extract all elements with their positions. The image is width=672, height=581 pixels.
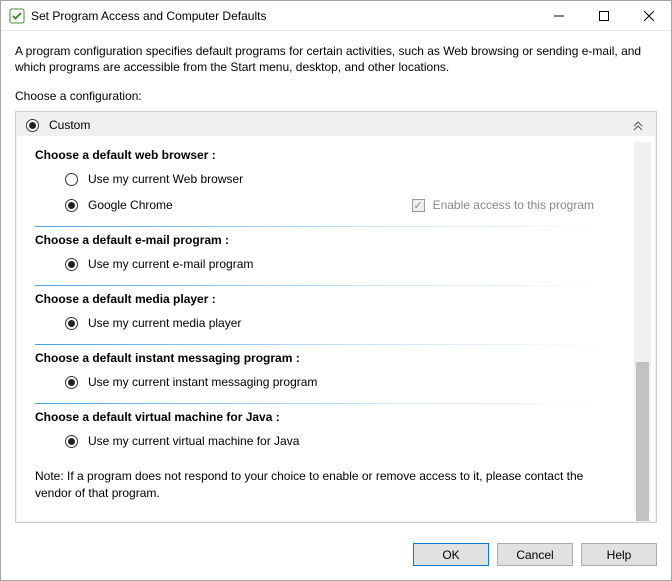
app-icon (9, 8, 25, 24)
radio-icon (65, 376, 78, 389)
option-label: Use my current e-mail program (88, 257, 253, 271)
option-label: Use my current instant messaging program (88, 375, 317, 389)
section-java-title: Choose a default virtual machine for Jav… (35, 410, 634, 424)
choose-config-label: Choose a configuration: (15, 89, 657, 103)
enable-access-label: Enable access to this program (433, 198, 594, 212)
divider (35, 285, 614, 286)
divider (35, 226, 614, 227)
note-text: Note: If a program does not respond to y… (35, 468, 614, 500)
window-buttons (536, 1, 671, 30)
titlebar: Set Program Access and Computer Defaults (1, 1, 671, 31)
section-email-title: Choose a default e-mail program : (35, 233, 634, 247)
ok-button[interactable]: OK (413, 543, 489, 566)
option-browser-current[interactable]: Use my current Web browser (35, 166, 634, 192)
option-im-current[interactable]: Use my current instant messaging program (35, 369, 634, 395)
radio-icon (65, 199, 78, 212)
option-media-current[interactable]: Use my current media player (35, 310, 634, 336)
intro-text: A program configuration specifies defaul… (15, 43, 657, 75)
option-java-current[interactable]: Use my current virtual machine for Java (35, 428, 634, 454)
content: A program configuration specifies defaul… (1, 31, 671, 533)
option-label: Use my current Web browser (88, 172, 243, 186)
radio-icon (26, 119, 39, 132)
radio-icon (65, 258, 78, 271)
config-panel: Custom Choose a default web browser : Us… (15, 111, 657, 523)
radio-icon (65, 317, 78, 330)
maximize-button[interactable] (581, 1, 626, 30)
option-email-current[interactable]: Use my current e-mail program (35, 251, 634, 277)
radio-icon (65, 435, 78, 448)
checkbox-icon: ✓ (412, 199, 425, 212)
help-button[interactable]: Help (581, 543, 657, 566)
divider (35, 403, 614, 404)
close-button[interactable] (626, 1, 671, 30)
option-browser-chrome[interactable]: Google Chrome ✓ Enable access to this pr… (35, 192, 634, 218)
window-title: Set Program Access and Computer Defaults (31, 9, 536, 23)
section-media-title: Choose a default media player : (35, 292, 634, 306)
scrollbar[interactable] (634, 142, 651, 513)
config-custom-row[interactable]: Custom (16, 112, 656, 136)
config-custom-label: Custom (49, 118, 630, 132)
option-label: Use my current media player (88, 316, 241, 330)
scrollbar-thumb[interactable] (636, 362, 649, 521)
divider (35, 344, 614, 345)
window: Set Program Access and Computer Defaults… (0, 0, 672, 581)
config-body: Choose a default web browser : Use my cu… (35, 142, 634, 513)
footer: OK Cancel Help (1, 533, 671, 580)
option-label: Use my current virtual machine for Java (88, 434, 299, 448)
minimize-button[interactable] (536, 1, 581, 30)
cancel-button[interactable]: Cancel (497, 543, 573, 566)
section-browser-title: Choose a default web browser : (35, 148, 634, 162)
section-im-title: Choose a default instant messaging progr… (35, 351, 634, 365)
radio-icon (65, 173, 78, 186)
collapse-icon[interactable] (630, 119, 646, 131)
option-label: Google Chrome (88, 198, 173, 212)
enable-access-checkbox: ✓ Enable access to this program (412, 198, 634, 212)
